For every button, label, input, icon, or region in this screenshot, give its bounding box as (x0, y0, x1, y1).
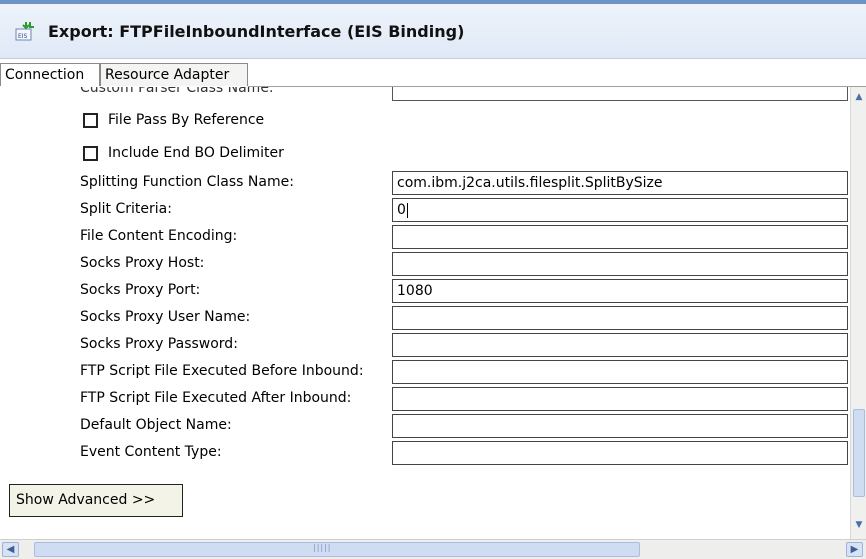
field-label: Splitting Function Class Name: (80, 174, 294, 190)
field-label: Socks Proxy Port: (80, 282, 201, 298)
field-label: Event Content Type: (80, 444, 222, 460)
eis-export-icon: EIS (15, 21, 37, 41)
vertical-scroll-thumb[interactable] (853, 409, 865, 497)
socks-proxy-user-name-input[interactable] (392, 306, 848, 330)
field-value: 0 (397, 202, 406, 218)
svg-text:EIS: EIS (18, 33, 28, 40)
socks-proxy-password-input[interactable] (392, 333, 848, 357)
field-label: File Content Encoding: (80, 228, 238, 244)
ftp-script-after-inbound-input[interactable] (392, 387, 848, 411)
field-label: Default Object Name: (80, 417, 232, 433)
horizontal-scrollbar[interactable]: ◀ ||||| ▶ (0, 539, 866, 559)
checkbox-label: Include End BO Delimiter (108, 145, 284, 161)
default-object-name-input[interactable] (392, 414, 848, 438)
checkbox-label: File Pass By Reference (108, 112, 265, 128)
ftp-script-before-inbound-input[interactable] (392, 360, 848, 384)
event-content-type-input[interactable] (392, 441, 848, 465)
field-label: FTP Script File Executed After Inbound: (80, 390, 352, 406)
page-title: Export: FTPFileInboundInterface (EIS Bin… (48, 22, 465, 41)
file-content-encoding-input[interactable] (392, 225, 848, 249)
socks-proxy-port-input[interactable]: 1080 (392, 279, 848, 303)
scroll-left-icon[interactable]: ◀ (2, 542, 19, 557)
horizontal-scroll-thumb[interactable] (34, 542, 640, 557)
tab-resource-adapter[interactable]: Resource Adapter (100, 63, 248, 86)
properties-panel: Custom Parser Class Name: File Pass By R… (0, 87, 850, 537)
socks-proxy-host-input[interactable] (392, 252, 848, 276)
field-label: FTP Script File Executed Before Inbound: (80, 363, 364, 379)
field-label: Socks Proxy Host: (80, 255, 205, 271)
field-label: Socks Proxy User Name: (80, 309, 251, 325)
split-criteria-input[interactable]: 0 (392, 198, 848, 222)
scroll-right-icon[interactable]: ▶ (846, 542, 863, 557)
scroll-up-icon[interactable]: ▲ (853, 89, 865, 105)
custom-parser-class-label: Custom Parser Class Name: (80, 87, 274, 96)
vertical-scrollbar[interactable]: ▲ ▼ (850, 87, 866, 539)
field-label: Socks Proxy Password: (80, 336, 238, 352)
file-pass-by-reference-checkbox[interactable] (83, 112, 98, 128)
include-end-bo-delimiter-option[interactable]: Include End BO Delimiter (83, 142, 284, 164)
text-cursor (406, 202, 408, 218)
tab-connection[interactable]: Connection (0, 63, 100, 86)
show-advanced-button[interactable]: Show Advanced >> (9, 484, 183, 517)
field-label: Split Criteria: (80, 201, 172, 217)
file-pass-by-reference-option[interactable]: File Pass By Reference (83, 109, 264, 131)
scroll-grip-icon: ||||| (313, 543, 332, 552)
editor-header: EIS Export: FTPFileInboundInterface (EIS… (0, 4, 866, 59)
scroll-down-icon[interactable]: ▼ (853, 517, 865, 533)
custom-parser-class-input[interactable] (392, 87, 848, 101)
splitting-function-class-name-input[interactable]: com.ibm.j2ca.utils.filesplit.SplitBySize (392, 171, 848, 195)
include-end-bo-delimiter-checkbox[interactable] (83, 145, 98, 161)
